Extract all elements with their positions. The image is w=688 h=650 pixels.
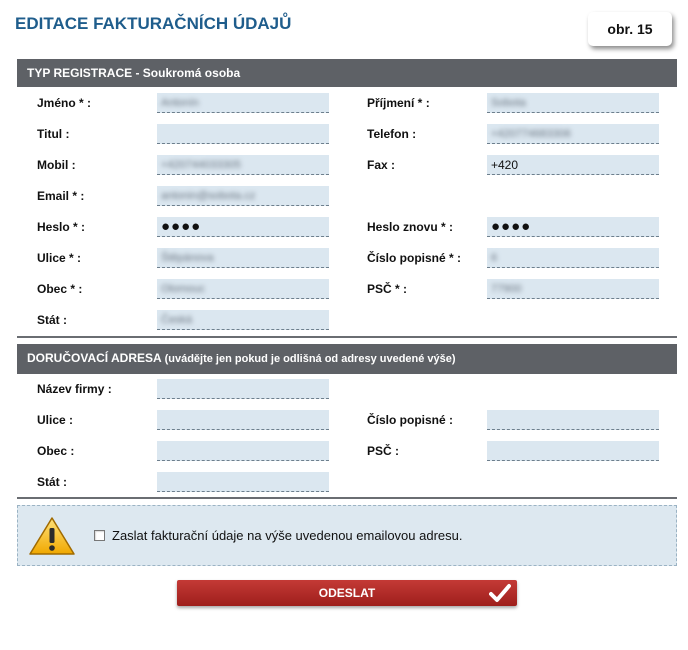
- psc-value: 77900: [491, 283, 522, 295]
- label-mobil: Mobil :: [37, 158, 76, 172]
- mobil-field[interactable]: +420744033305: [157, 155, 329, 175]
- label-nazev-firmy: Název firmy :: [37, 382, 112, 396]
- psc-field[interactable]: 77900: [487, 279, 659, 299]
- registration-header-text: TYP REGISTRACE - Soukromá osoba: [27, 66, 241, 80]
- telefon-value: +420774683306: [491, 128, 571, 140]
- email-value: antonin@sobota.cz: [161, 190, 256, 202]
- label-delivery-cislo-popisne: Číslo popisné :: [367, 413, 454, 427]
- delivery-psc-field[interactable]: [487, 441, 659, 461]
- mobil-value: +420744033305: [161, 159, 241, 171]
- delivery-cislo-popisne-field[interactable]: [487, 410, 659, 430]
- email-field[interactable]: antonin@sobota.cz: [157, 186, 329, 206]
- nazev-firmy-field[interactable]: [157, 379, 329, 399]
- email-invoice-checkbox-label: Zaslat fakturační údaje na výše uvedenou…: [112, 528, 463, 543]
- section-divider: [17, 497, 677, 499]
- fax-value: +420: [491, 158, 519, 172]
- label-ulice: Ulice * :: [37, 251, 82, 265]
- heslo-field[interactable]: ●●●●: [157, 217, 329, 237]
- page-title: EDITACE FAKTURAČNÍCH ÚDAJŮ: [15, 14, 292, 33]
- telefon-field[interactable]: +420774683306: [487, 124, 659, 144]
- prijmeni-field[interactable]: Sobota: [487, 93, 659, 113]
- label-telefon: Telefon :: [367, 127, 417, 141]
- delivery-header-text: DORUČOVACÍ ADRESA: [27, 351, 162, 365]
- label-stat: Stát :: [37, 313, 67, 327]
- submit-button-label: ODESLAT: [318, 586, 376, 600]
- fax-field[interactable]: +420: [487, 155, 659, 175]
- label-delivery-ulice: Ulice :: [37, 413, 74, 427]
- obec-field[interactable]: Olomouc: [157, 279, 329, 299]
- label-heslo-znovu: Heslo znovu * :: [367, 220, 454, 234]
- label-email: Email * :: [37, 189, 85, 203]
- label-delivery-obec: Obec :: [37, 444, 75, 458]
- cislo-popisne-value: 6: [491, 252, 498, 264]
- label-cislo-popisne: Číslo popisné * :: [367, 251, 462, 265]
- section-divider: [17, 336, 677, 338]
- jmeno-value: Antonín: [161, 97, 199, 109]
- delivery-header-hint: (uvádějte jen pokud je odlišná od adresy…: [164, 353, 456, 365]
- delivery-section-header: DORUČOVACÍ ADRESA (uvádějte jen pokud je…: [17, 344, 677, 374]
- ulice-value: Štěpánova: [161, 252, 214, 264]
- label-fax: Fax :: [367, 158, 396, 172]
- notice-box: Zaslat fakturační údaje na výše uvedenou…: [17, 505, 677, 566]
- label-delivery-stat: Stát :: [37, 475, 67, 489]
- heslo-value: ●●●●: [161, 218, 202, 235]
- cislo-popisne-field[interactable]: 6: [487, 248, 659, 268]
- delivery-obec-field[interactable]: [157, 441, 329, 461]
- prijmeni-value: Sobota: [491, 97, 526, 109]
- figure-badge: obr. 15: [588, 12, 672, 46]
- label-prijmeni: Příjmení * :: [367, 96, 430, 110]
- label-heslo: Heslo * :: [37, 220, 86, 234]
- label-jmeno: Jméno * :: [37, 96, 92, 110]
- titul-field[interactable]: [157, 124, 329, 144]
- email-invoice-checkbox[interactable]: [94, 530, 105, 541]
- submit-button[interactable]: ODESLAT: [177, 580, 517, 606]
- label-obec: Obec * :: [37, 282, 83, 296]
- checkmark-icon: [489, 583, 511, 612]
- ulice-field[interactable]: Štěpánova: [157, 248, 329, 268]
- label-delivery-psc: PSČ :: [367, 444, 400, 458]
- heslo-znovu-field[interactable]: ●●●●: [487, 217, 659, 237]
- warning-icon: [28, 516, 76, 559]
- stat-value: Česká: [161, 314, 193, 326]
- registration-section-header: TYP REGISTRACE - Soukromá osoba: [17, 59, 677, 87]
- stat-field[interactable]: Česká: [157, 310, 329, 330]
- label-titul: Titul :: [37, 127, 70, 141]
- jmeno-field[interactable]: Antonín: [157, 93, 329, 113]
- delivery-ulice-field[interactable]: [157, 410, 329, 430]
- delivery-stat-field[interactable]: [157, 472, 329, 492]
- heslo-znovu-value: ●●●●: [491, 218, 532, 235]
- label-psc: PSČ * :: [367, 282, 408, 296]
- obec-value: Olomouc: [161, 283, 206, 295]
